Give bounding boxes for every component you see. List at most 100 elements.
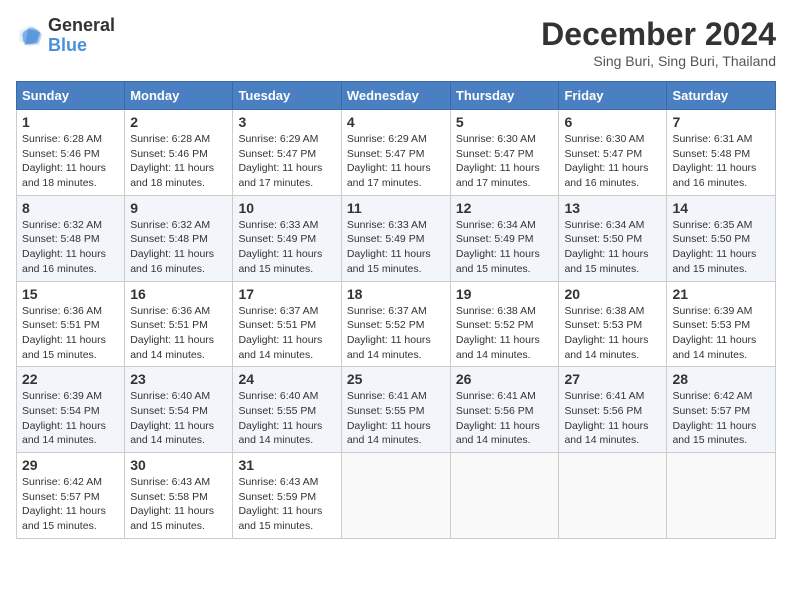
table-row: 10Sunrise: 6:33 AMSunset: 5:49 PMDayligh… [233,195,341,281]
day-number: 15 [22,286,119,302]
logo-icon [16,22,44,50]
day-number: 20 [564,286,661,302]
title-block: December 2024 Sing Buri, Sing Buri, Thai… [541,16,776,69]
day-info: Sunrise: 6:42 AMSunset: 5:57 PMDaylight:… [672,389,770,448]
day-number: 24 [238,371,335,387]
day-number: 18 [347,286,445,302]
table-row [341,453,450,539]
day-number: 28 [672,371,770,387]
day-number: 10 [238,200,335,216]
day-number: 29 [22,457,119,473]
header-sunday: Sunday [17,82,125,110]
day-number: 3 [238,114,335,130]
table-row: 31 Sunrise: 6:43 AMSunset: 5:59 PMDayligh… [233,453,341,539]
table-row: 26 Sunrise: 6:41 AMSunset: 5:56 PMDayligh… [450,367,559,453]
calendar-week-row: 8 Sunrise: 6:32 AMSunset: 5:48 PMDaylight… [17,195,776,281]
table-row: 12 Sunrise: 6:34 AMSunset: 5:49 PMDayligh… [450,195,559,281]
day-number: 23 [130,371,227,387]
table-row: 27Sunrise: 6:41 AMSunset: 5:56 PMDayligh… [559,367,667,453]
table-row: 17 Sunrise: 6:37 AMSunset: 5:51 PMDayligh… [233,281,341,367]
table-row: 15Sunrise: 6:36 AMSunset: 5:51 PMDayligh… [17,281,125,367]
day-number: 7 [672,114,770,130]
table-row: 23 Sunrise: 6:40 AMSunset: 5:54 PMDayligh… [125,367,233,453]
day-info: Sunrise: 6:28 AMSunset: 5:46 PMDaylight:… [22,132,119,191]
table-row [559,453,667,539]
day-info: Sunrise: 6:41 AMSunset: 5:56 PMDaylight:… [564,389,661,448]
day-info: Sunrise: 6:43 AMSunset: 5:59 PMDaylight:… [238,475,335,534]
day-info: Sunrise: 6:29 AMSunset: 5:47 PMDaylight:… [238,132,335,191]
day-number: 8 [22,200,119,216]
day-info: Sunrise: 6:37 AMSunset: 5:52 PMDaylight:… [347,304,445,363]
location: Sing Buri, Sing Buri, Thailand [541,53,776,69]
header-tuesday: Tuesday [233,82,341,110]
day-info: Sunrise: 6:29 AMSunset: 5:47 PMDaylight:… [347,132,445,191]
calendar-week-row: 29 Sunrise: 6:42 AMSunset: 5:57 PMDayligh… [17,453,776,539]
day-info: Sunrise: 6:38 AMSunset: 5:53 PMDaylight:… [564,304,661,363]
table-row: 1Sunrise: 6:28 AMSunset: 5:46 PMDaylight… [17,110,125,196]
day-info: Sunrise: 6:31 AMSunset: 5:48 PMDaylight:… [672,132,770,191]
table-row: 16 Sunrise: 6:36 AMSunset: 5:51 PMDayligh… [125,281,233,367]
day-info: Sunrise: 6:28 AMSunset: 5:46 PMDaylight:… [130,132,227,191]
day-number: 16 [130,286,227,302]
calendar-week-row: 1Sunrise: 6:28 AMSunset: 5:46 PMDaylight… [17,110,776,196]
day-info: Sunrise: 6:37 AMSunset: 5:51 PMDaylight:… [238,304,335,363]
day-number: 26 [456,371,554,387]
day-number: 4 [347,114,445,130]
day-number: 31 [238,457,335,473]
table-row [667,453,776,539]
day-number: 12 [456,200,554,216]
day-info: Sunrise: 6:41 AMSunset: 5:56 PMDaylight:… [456,389,554,448]
table-row: 3 Sunrise: 6:29 AMSunset: 5:47 PMDaylight… [233,110,341,196]
table-row: 24 Sunrise: 6:40 AMSunset: 5:55 PMDayligh… [233,367,341,453]
calendar-header-row: Sunday Monday Tuesday Wednesday Thursday… [17,82,776,110]
logo: General Blue [16,16,115,56]
day-info: Sunrise: 6:40 AMSunset: 5:55 PMDaylight:… [238,389,335,448]
table-row: 7 Sunrise: 6:31 AMSunset: 5:48 PMDaylight… [667,110,776,196]
day-info: Sunrise: 6:41 AMSunset: 5:55 PMDaylight:… [347,389,445,448]
day-info: Sunrise: 6:42 AMSunset: 5:57 PMDaylight:… [22,475,119,534]
table-row: 29 Sunrise: 6:42 AMSunset: 5:57 PMDayligh… [17,453,125,539]
table-row: 5Sunrise: 6:30 AMSunset: 5:47 PMDaylight… [450,110,559,196]
table-row: 4 Sunrise: 6:29 AMSunset: 5:47 PMDaylight… [341,110,450,196]
header-wednesday: Wednesday [341,82,450,110]
day-number: 2 [130,114,227,130]
calendar-table: Sunday Monday Tuesday Wednesday Thursday… [16,81,776,539]
table-row: 28 Sunrise: 6:42 AMSunset: 5:57 PMDayligh… [667,367,776,453]
day-info: Sunrise: 6:36 AMSunset: 5:51 PMDaylight:… [130,304,227,363]
table-row: 9 Sunrise: 6:32 AMSunset: 5:48 PMDaylight… [125,195,233,281]
day-info: Sunrise: 6:30 AMSunset: 5:47 PMDaylight:… [456,132,554,191]
day-number: 17 [238,286,335,302]
day-info: Sunrise: 6:39 AMSunset: 5:53 PMDaylight:… [672,304,770,363]
table-row: 20 Sunrise: 6:38 AMSunset: 5:53 PMDayligh… [559,281,667,367]
header-friday: Friday [559,82,667,110]
day-number: 25 [347,371,445,387]
day-info: Sunrise: 6:34 AMSunset: 5:49 PMDaylight:… [456,218,554,277]
day-info: Sunrise: 6:38 AMSunset: 5:52 PMDaylight:… [456,304,554,363]
day-number: 9 [130,200,227,216]
table-row: 19 Sunrise: 6:38 AMSunset: 5:52 PMDayligh… [450,281,559,367]
logo-general: General [48,16,115,36]
day-info: Sunrise: 6:43 AMSunset: 5:58 PMDaylight:… [130,475,227,534]
day-info: Sunrise: 6:40 AMSunset: 5:54 PMDaylight:… [130,389,227,448]
table-row: 2 Sunrise: 6:28 AMSunset: 5:46 PMDaylight… [125,110,233,196]
table-row: 18 Sunrise: 6:37 AMSunset: 5:52 PMDayligh… [341,281,450,367]
table-row: 30Sunrise: 6:43 AMSunset: 5:58 PMDayligh… [125,453,233,539]
day-info: Sunrise: 6:34 AMSunset: 5:50 PMDaylight:… [564,218,661,277]
day-info: Sunrise: 6:32 AMSunset: 5:48 PMDaylight:… [130,218,227,277]
table-row [450,453,559,539]
month-title: December 2024 [541,16,776,53]
calendar-week-row: 15 Sunrise: 6:36 AMSunset: 5:51 PMDayligh… [17,281,776,367]
header-thursday: Thursday [450,82,559,110]
calendar-week-row: 22Sunrise: 6:39 AMSunset: 5:54 PMDayligh… [17,367,776,453]
table-row: 22Sunrise: 6:39 AMSunset: 5:54 PMDayligh… [17,367,125,453]
day-number: 11 [347,200,445,216]
day-info: Sunrise: 6:33 AMSunset: 5:49 PMDaylight:… [347,218,445,277]
page-header: General Blue December 2024 Sing Buri, Si… [16,16,776,69]
day-number: 6 [564,114,661,130]
table-row: 13Sunrise: 6:34 AMSunset: 5:50 PMDayligh… [559,195,667,281]
table-row: 14Sunrise: 6:35 AMSunset: 5:50 PMDayligh… [667,195,776,281]
logo-text: General Blue [48,16,115,56]
day-number: 19 [456,286,554,302]
table-row: 11 Sunrise: 6:33 AMSunset: 5:49 PMDayligh… [341,195,450,281]
table-row: 6Sunrise: 6:30 AMSunset: 5:47 PMDaylight… [559,110,667,196]
